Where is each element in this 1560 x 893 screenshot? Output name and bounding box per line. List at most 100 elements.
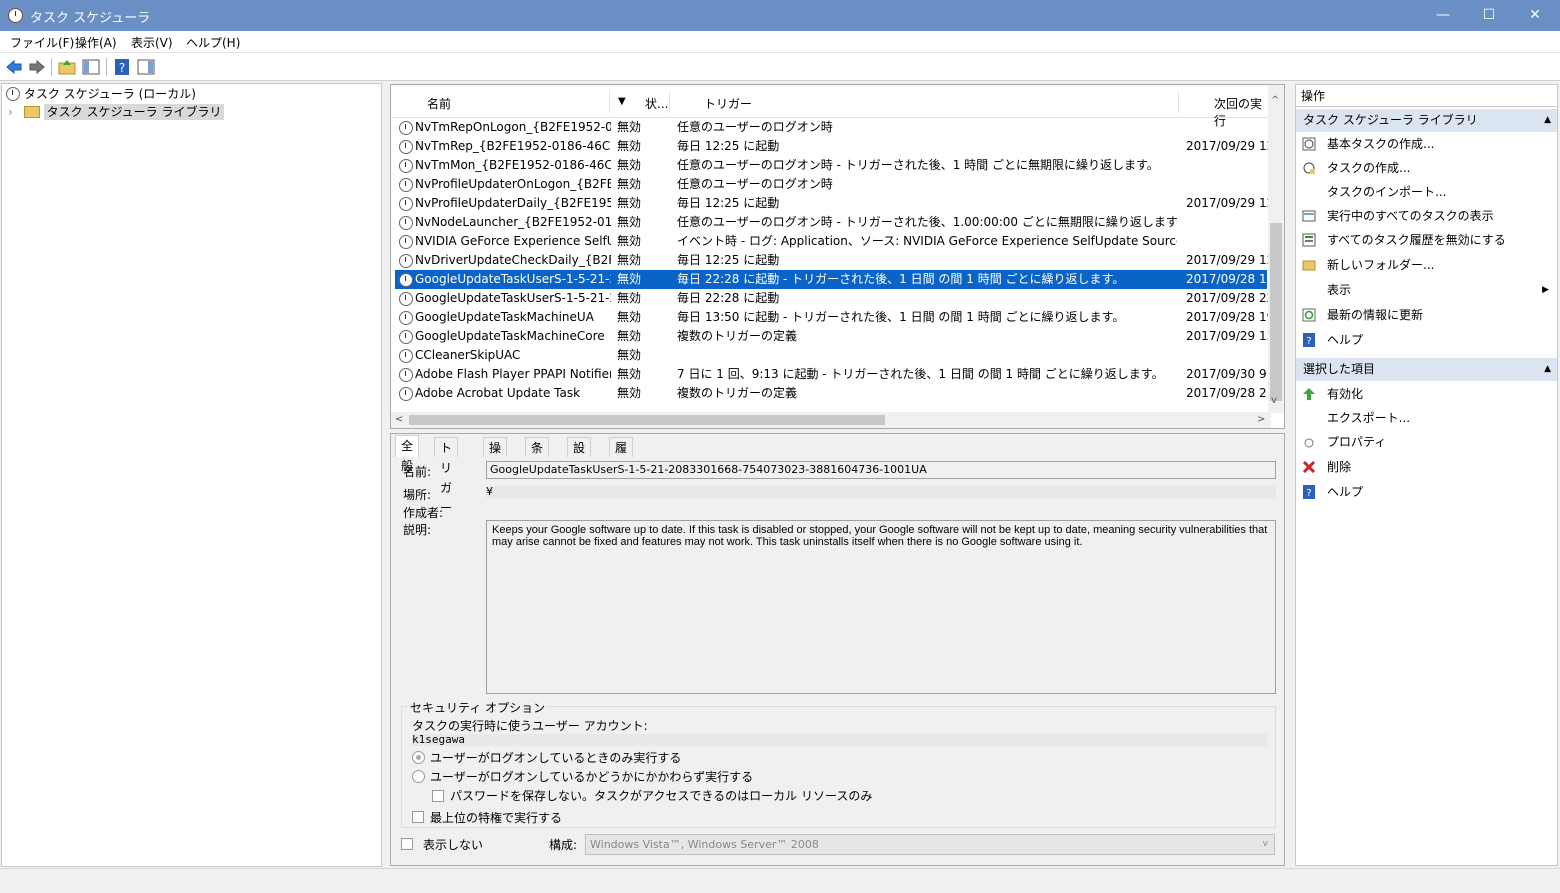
hidden-checkbox[interactable] bbox=[401, 838, 413, 850]
action-enable[interactable]: 有効化 bbox=[1296, 382, 1557, 406]
delete-icon bbox=[1302, 460, 1316, 474]
action-help-selected[interactable]: ? ヘルプ bbox=[1296, 480, 1557, 504]
scrollbar-thumb[interactable] bbox=[1270, 223, 1282, 401]
security-options: セキュリティ オプション タスクの実行時に使うユーザー アカウント: k1seg… bbox=[401, 699, 1276, 828]
vertical-scrollbar[interactable]: ^ v bbox=[1268, 85, 1284, 413]
tab-settings[interactable]: 設定 bbox=[567, 437, 592, 475]
scrollbar-thumb[interactable] bbox=[409, 415, 885, 425]
action-label: 最新の情報に更新 bbox=[1327, 308, 1424, 322]
run-only-logged-on-radio[interactable] bbox=[412, 751, 425, 764]
action-disable-history[interactable]: すべてのタスク履歴を無効にする bbox=[1296, 228, 1557, 252]
tab-actions[interactable]: 操作 bbox=[483, 437, 508, 475]
task-name: GoogleUpdateTaskUserS-1-5-21-20... bbox=[415, 272, 611, 286]
action-import-task[interactable]: タスクのインポート... bbox=[1296, 180, 1557, 204]
section-selected-header[interactable]: 選択した項目 ▲ bbox=[1296, 358, 1557, 381]
submenu-arrow-icon: ▶ bbox=[1542, 285, 1549, 295]
column-name[interactable]: 名前 bbox=[427, 95, 451, 112]
close-button[interactable]: ✕ bbox=[1512, 0, 1558, 31]
table-row[interactable]: NVIDIA GeForce Experience SelfUp... 無効 イベン… bbox=[395, 232, 1267, 251]
table-row[interactable]: GoogleUpdateTaskMachineCore 無効 複数のトリガーの定義 2… bbox=[395, 327, 1268, 346]
scroll-left-icon[interactable]: < bbox=[395, 414, 403, 425]
menu-help[interactable]: ヘルプ(H) bbox=[186, 34, 240, 51]
forward-arrow-icon[interactable] bbox=[28, 58, 46, 76]
tab-triggers[interactable]: トリガー bbox=[434, 437, 459, 515]
column-divider[interactable] bbox=[669, 91, 670, 113]
table-row[interactable]: Adobe Acrobat Update Task 無効 複数のトリガーの定義 201… bbox=[395, 384, 1268, 403]
column-divider[interactable] bbox=[1178, 91, 1179, 113]
scroll-right-icon[interactable]: > bbox=[1257, 414, 1265, 425]
column-status[interactable]: 状... bbox=[645, 95, 668, 112]
table-row[interactable]: NvDriverUpdateCheckDaily_{B2FE1... 無効 毎日 1… bbox=[395, 251, 1268, 270]
action-export[interactable]: エクスポート... bbox=[1296, 406, 1557, 430]
horizontal-scrollbar[interactable]: < > bbox=[391, 412, 1271, 428]
title-bar: タスク スケジューラ — ☐ ✕ bbox=[0, 0, 1560, 31]
table-row[interactable]: NvProfileUpdaterOnLogon_{B2FE1... 無効 任意のユー… bbox=[395, 175, 1267, 194]
action-refresh[interactable]: 最新の情報に更新 bbox=[1296, 303, 1557, 327]
account-value: k1segawa bbox=[412, 734, 1267, 746]
task-next-run: 2017/09/28 19:5 bbox=[1186, 310, 1268, 324]
running-tasks-icon bbox=[1302, 210, 1316, 222]
task-trigger: 7 日に 1 回、9:13 に起動 - トリガーされた後、1 日間 の間 1 時… bbox=[677, 367, 1164, 381]
column-divider[interactable] bbox=[609, 91, 610, 113]
table-row[interactable]: NvTmRep_{B2FE1952-0186-46C3-B... 無効 毎日 12:… bbox=[395, 137, 1268, 156]
show-hide-action-pane-icon[interactable] bbox=[137, 58, 155, 76]
action-create-task[interactable]: タスクの作成... bbox=[1296, 156, 1557, 180]
do-not-store-password-checkbox[interactable] bbox=[432, 790, 444, 802]
actions-pane: 操作 タスク スケジューラ ライブラリ ▲ 基本タスクの作成... タスクの作成… bbox=[1295, 84, 1558, 866]
task-status: 無効 bbox=[617, 215, 642, 229]
table-row[interactable]: NvNodeLauncher_{B2FE1952-0186-... 無効 任意のユー… bbox=[395, 213, 1267, 232]
task-list: 名前 ▼ 状... トリガー 次回の実行 NvTmRepOnLogon_{B2F… bbox=[390, 84, 1285, 429]
tab-history[interactable]: 履歴 bbox=[609, 437, 634, 475]
tab-general[interactable]: 全般 bbox=[395, 435, 420, 473]
action-show-running-tasks[interactable]: 実行中のすべてのタスクの表示 bbox=[1296, 204, 1557, 228]
create-task-icon bbox=[1303, 162, 1315, 174]
expand-chevron-icon[interactable]: › bbox=[8, 103, 20, 121]
table-row[interactable]: GoogleUpdateTaskUserS-1-5-21-20... 無効 毎日 2… bbox=[395, 270, 1268, 289]
tab-conditions[interactable]: 条件 bbox=[525, 437, 550, 475]
section-library-header[interactable]: タスク スケジューラ ライブラリ ▲ bbox=[1296, 109, 1557, 132]
scroll-down-icon[interactable]: v bbox=[1271, 395, 1277, 406]
action-label: 表示 bbox=[1327, 283, 1352, 297]
clock-icon bbox=[8, 8, 23, 23]
menu-file[interactable]: ファイル(F) bbox=[10, 34, 74, 51]
action-delete[interactable]: 削除 bbox=[1296, 455, 1557, 479]
action-create-basic-task[interactable]: 基本タスクの作成... bbox=[1296, 132, 1557, 156]
scroll-up-icon[interactable]: ^ bbox=[1271, 95, 1279, 106]
task-name: NVIDIA GeForce Experience SelfUp... bbox=[415, 234, 611, 248]
action-new-folder[interactable]: 新しいフォルダー... bbox=[1296, 253, 1557, 277]
column-trigger[interactable]: トリガー bbox=[704, 95, 752, 112]
tree-item-library[interactable]: › タスク スケジューラ ライブラリ bbox=[8, 103, 225, 121]
folder-up-icon[interactable] bbox=[58, 58, 76, 76]
table-row[interactable]: NvProfileUpdaterDaily_{B2FE1952-... 無効 毎日 … bbox=[395, 194, 1268, 213]
table-row[interactable]: Adobe Flash Player PPAPI Notifier 無効 7 日に … bbox=[395, 365, 1268, 384]
collapse-icon[interactable]: ▲ bbox=[1544, 358, 1551, 381]
menu-action[interactable]: 操作(A) bbox=[75, 34, 117, 51]
menu-view[interactable]: 表示(V) bbox=[131, 34, 173, 51]
minimize-button[interactable]: — bbox=[1420, 0, 1466, 31]
action-view[interactable]: 表示 ▶ bbox=[1296, 278, 1557, 302]
highest-privileges-checkbox[interactable] bbox=[412, 811, 424, 823]
show-hide-tree-icon[interactable] bbox=[82, 58, 100, 76]
collapse-icon[interactable]: ▲ bbox=[1544, 109, 1551, 132]
table-row[interactable]: GoogleUpdateTaskMachineUA 無効 毎日 13:50 に起動 … bbox=[395, 308, 1268, 327]
task-clock-icon bbox=[399, 121, 413, 135]
action-properties[interactable]: プロパティ bbox=[1296, 430, 1557, 454]
table-row[interactable]: GoogleUpdateTaskUserS-1-5-21-20... 無効 毎日 2… bbox=[395, 289, 1268, 308]
action-help[interactable]: ? ヘルプ bbox=[1296, 328, 1557, 352]
back-arrow-icon[interactable] bbox=[5, 58, 23, 76]
menu-bar: ファイル(F) 操作(A) 表示(V) ヘルプ(H) bbox=[0, 31, 1560, 53]
table-row[interactable]: CCleanerSkipUAC 無効 bbox=[395, 346, 1267, 365]
tree-item-local[interactable]: タスク スケジューラ (ローカル) bbox=[6, 85, 196, 103]
run-whether-logged-on-radio[interactable] bbox=[412, 770, 425, 783]
table-row[interactable]: NvTmRepOnLogon_{B2FE1952-018... 無効 任意のユーザー… bbox=[395, 118, 1267, 137]
task-name-field[interactable]: GoogleUpdateTaskUserS-1-5-21-2083301668-… bbox=[486, 461, 1276, 479]
maximize-button[interactable]: ☐ bbox=[1466, 0, 1512, 31]
help-icon[interactable]: ? bbox=[113, 58, 131, 76]
chevron-down-icon[interactable]: v bbox=[1263, 835, 1268, 854]
toolbar-separator bbox=[106, 58, 107, 76]
description-field[interactable]: Keeps your Google software up to date. I… bbox=[486, 520, 1276, 694]
table-row[interactable]: NvTmMon_{B2FE1952-0186-46C3-B... 無効 任意のユーザ… bbox=[395, 156, 1267, 175]
config-dropdown[interactable]: Windows Vista™, Windows Server™ 2008 v bbox=[585, 834, 1275, 855]
sort-down-icon[interactable]: ▼ bbox=[618, 96, 626, 107]
task-status: 無効 bbox=[617, 291, 642, 305]
